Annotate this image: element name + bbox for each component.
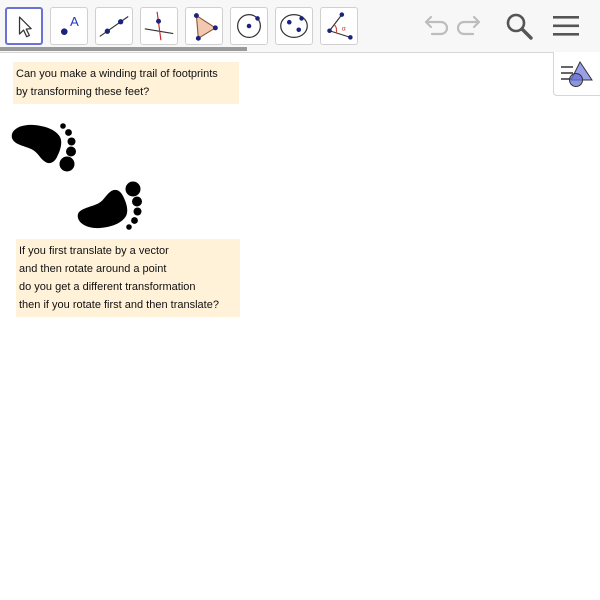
algebra-view-toggle-button[interactable] [553, 52, 600, 96]
toolbar: A α [0, 0, 600, 53]
point-tool-letter: A [70, 14, 79, 29]
angle-tool-icon: α [327, 12, 353, 40]
instruction-line-2: by transforming these feet? [16, 86, 150, 98]
instruction-text-box: Can you make a winding trail of footprin… [13, 62, 239, 104]
angle-tool-letter: α [342, 26, 346, 33]
undo-icon [424, 15, 449, 36]
ellipse-tool-icon [280, 14, 308, 38]
polygon-tool-button[interactable] [185, 7, 223, 45]
redo-button[interactable] [455, 10, 487, 42]
angle-tool-button[interactable]: α [320, 7, 358, 45]
polygon-tool-icon [193, 13, 218, 41]
ellipse-tool-button[interactable] [275, 7, 313, 45]
question-text-box: If you first translate by a vector and t… [16, 239, 240, 317]
instruction-line-1: Can you make a winding trail of footprin… [16, 68, 218, 80]
algebra-view-icon [561, 61, 593, 87]
circle-tool-button[interactable] [230, 7, 268, 45]
question-line-2: and then rotate around a point [19, 263, 167, 275]
menu-button[interactable] [550, 10, 582, 42]
hamburger-menu-icon [553, 16, 579, 36]
redo-icon [456, 15, 481, 36]
toolbar-scroll-indicator [0, 47, 247, 51]
question-line-4: then if you rotate first and then transl… [19, 299, 219, 311]
line-tool-icon [99, 16, 129, 37]
line-tool-button[interactable] [95, 7, 133, 45]
left-foot-icon [11, 123, 76, 172]
perpendicular-line-tool-button[interactable] [140, 7, 178, 45]
point-tool-button[interactable]: A [50, 7, 88, 45]
circle-tool-icon [237, 14, 261, 38]
move-tool-button[interactable] [5, 7, 43, 45]
move-tool-icon [18, 16, 32, 38]
question-line-3: do you get a different transformation [19, 281, 196, 293]
question-line-1: If you first translate by a vector [19, 245, 169, 257]
point-tool-icon: A [60, 14, 79, 35]
search-button[interactable] [503, 10, 535, 42]
undo-button[interactable] [418, 10, 450, 42]
perpendicular-line-tool-icon [144, 11, 174, 41]
right-foot-icon [77, 181, 142, 230]
search-icon [506, 13, 533, 40]
